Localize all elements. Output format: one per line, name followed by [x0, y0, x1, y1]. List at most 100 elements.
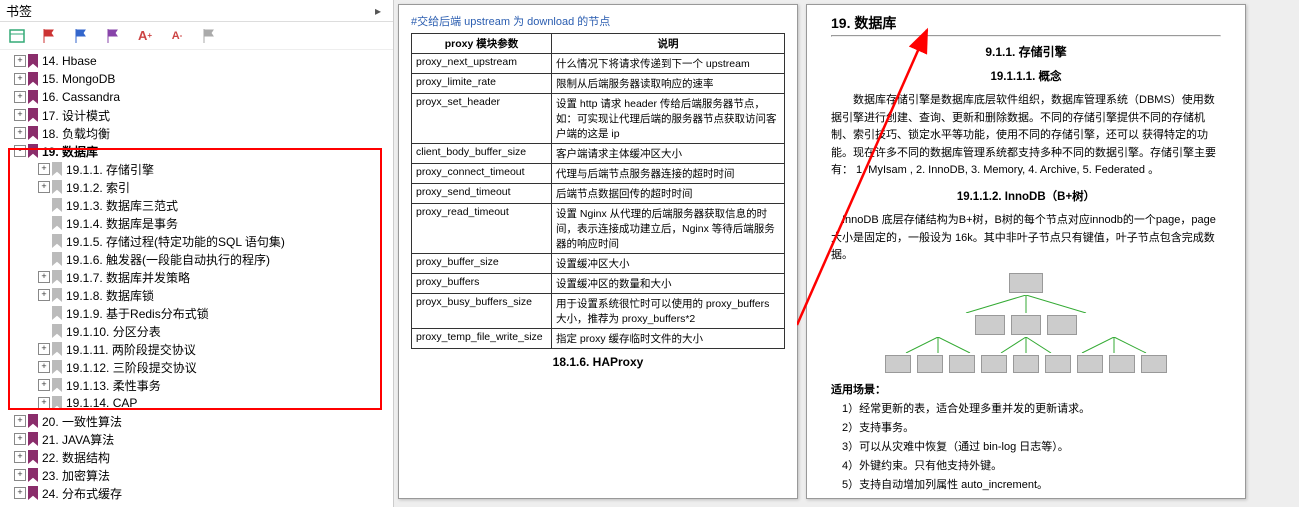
bookmark-item[interactable]: +17. 设计模式	[0, 106, 393, 124]
bookmark-icon	[52, 324, 62, 338]
expand-toggle[interactable]: +	[14, 127, 26, 139]
bookmark-icon	[52, 252, 62, 266]
bookmark-icon	[28, 126, 38, 140]
expand-toggle[interactable]: +	[38, 181, 50, 193]
bookmark-icon	[52, 360, 62, 374]
bookmark-item[interactable]: +19.1.1. 存储引擎	[0, 160, 393, 178]
param-desc: 设置缓冲区的数量和大小	[552, 274, 785, 294]
bookmark-item[interactable]: 19.1.4. 数据库是事务	[0, 214, 393, 232]
bookmark-item[interactable]: 19.1.10. 分区分表	[0, 322, 393, 340]
expand-toggle[interactable]: +	[38, 163, 50, 175]
bookmark-label: 19.1.5. 存储过程(特定功能的SQL 语句集)	[66, 233, 285, 250]
scenario-item: 1）经常更新的表，适合处理多重并发的更新请求。	[842, 400, 1221, 416]
bookmark-item[interactable]: +19.1.13. 柔性事务	[0, 376, 393, 394]
font-plus-icon[interactable]: A+	[136, 27, 154, 45]
flag-purple-icon[interactable]	[104, 27, 122, 45]
expand-toggle[interactable]: +	[14, 487, 26, 499]
flag-grey-icon[interactable]	[200, 27, 218, 45]
expand-toggle[interactable]: +	[38, 397, 50, 409]
comment-link[interactable]: #交给后端 upstream 为 download 的节点	[411, 13, 785, 29]
bookmark-icon	[52, 198, 62, 212]
expand-toggle[interactable]: +	[38, 271, 50, 283]
expand-toggle[interactable]: +	[14, 451, 26, 463]
bookmark-icon	[28, 90, 38, 104]
param-desc: 用于设置系统很忙时可以使用的 proxy_buffers 大小，推荐为 prox…	[552, 294, 785, 329]
bookmark-item[interactable]: -19. 数据库	[0, 142, 393, 160]
bookmark-label: 17. 设计模式	[42, 107, 110, 124]
bookmark-item[interactable]: 19.1.5. 存储过程(特定功能的SQL 语句集)	[0, 232, 393, 250]
expand-toggle[interactable]: +	[14, 109, 26, 121]
bookmark-icon	[52, 216, 62, 230]
subsection-innodb: 19.1.1.2. InnoDB（B+树）	[831, 188, 1221, 204]
subsection-concept: 19.1.1.1. 概念	[831, 68, 1221, 84]
expand-toggle[interactable]: +	[38, 343, 50, 355]
btree-diagram	[831, 271, 1221, 375]
bookmark-label: 19.1.12. 三阶段提交协议	[66, 359, 197, 376]
bookmark-item[interactable]: +19.1.7. 数据库并发策略	[0, 268, 393, 286]
bookmark-item[interactable]: +24. 分布式缓存	[0, 484, 393, 502]
bookmark-item[interactable]: 19.1.9. 基于Redis分布式锁	[0, 304, 393, 322]
bookmark-item[interactable]: +19.1.12. 三阶段提交协议	[0, 358, 393, 376]
bookmark-icon	[28, 450, 38, 464]
bookmark-label: 20. 一致性算法	[42, 413, 122, 430]
bookmark-item[interactable]: 19.1.3. 数据库三范式	[0, 196, 393, 214]
param-desc: 限制从后端服务器读取响应的速率	[552, 74, 785, 94]
expand-toggle[interactable]: -	[14, 145, 26, 157]
bookmark-item[interactable]: +20. 一致性算法	[0, 412, 393, 430]
bookmark-icon	[28, 432, 38, 446]
bookmark-label: 24. 分布式缓存	[42, 485, 122, 502]
param-name: client_body_buffer_size	[412, 144, 552, 164]
param-desc: 什么情况下将请求传递到下一个 upstream	[552, 54, 785, 74]
collapse-icon[interactable]: ▸	[369, 4, 387, 18]
bookmark-icon	[52, 234, 62, 248]
bookmark-item[interactable]: +19.1.2. 索引	[0, 178, 393, 196]
param-name: proyx_set_header	[412, 94, 552, 144]
expand-toggle[interactable]: +	[14, 73, 26, 85]
bookmark-item[interactable]: +23. 加密算法	[0, 466, 393, 484]
bookmark-item[interactable]: 19.1.6. 触发器(一段能自动执行的程序)	[0, 250, 393, 268]
section-storage-engine: 9.1.1. 存储引擎	[831, 43, 1221, 60]
bookmark-item[interactable]: +19.1.11. 两阶段提交协议	[0, 340, 393, 358]
table-row: proxy_send_timeout后端节点数据回传的超时时间	[412, 184, 785, 204]
bookmark-item[interactable]: +21. JAVA算法	[0, 430, 393, 448]
expand-toggle[interactable]: +	[14, 55, 26, 67]
expand-toggle	[38, 199, 50, 211]
expand-toggle[interactable]: +	[14, 91, 26, 103]
bookmark-item[interactable]: +16. Cassandra	[0, 88, 393, 106]
flag-red-icon[interactable]	[40, 27, 58, 45]
param-desc: 指定 proxy 缓存临时文件的大小	[552, 329, 785, 349]
bookmark-icon	[52, 306, 62, 320]
chapter-title: 19. 数据库	[831, 13, 1221, 33]
bookmark-item[interactable]: +18. 负载均衡	[0, 124, 393, 142]
bookmark-label: 19.1.2. 索引	[66, 179, 130, 196]
bookmarks-sidebar: 书签 ▸ A+ A- +14. Hbase+15. MongoDB+16. Ca…	[0, 0, 394, 507]
bookmark-item[interactable]: +22. 数据结构	[0, 448, 393, 466]
expand-toggle[interactable]: +	[38, 289, 50, 301]
font-minus-icon[interactable]: A-	[168, 27, 186, 45]
section-haproxy: 18.1.6. HAProxy	[411, 355, 785, 369]
scenario-item: 2）支持事务。	[842, 419, 1221, 435]
param-name: proxy_buffers	[412, 274, 552, 294]
document-viewport[interactable]: #交给后端 upstream 为 download 的节点 proxy 模块参数…	[394, 0, 1299, 507]
param-name: proxy_next_upstream	[412, 54, 552, 74]
bookmark-icon	[52, 180, 62, 194]
bookmark-label: 19.1.10. 分区分表	[66, 323, 161, 340]
expand-toggle	[38, 217, 50, 229]
bookmark-item[interactable]: +19.1.8. 数据库锁	[0, 286, 393, 304]
expand-toggle[interactable]: +	[14, 433, 26, 445]
bookmark-item[interactable]: +14. Hbase	[0, 52, 393, 70]
expand-toggle[interactable]: +	[38, 361, 50, 373]
param-desc: 设置缓冲区大小	[552, 254, 785, 274]
bookmark-item[interactable]: +19.1.14. CAP	[0, 394, 393, 412]
bookmark-label: 19.1.13. 柔性事务	[66, 377, 161, 394]
bookmark-label: 19.1.14. CAP	[66, 396, 137, 410]
panel-icon[interactable]	[8, 27, 26, 45]
expand-toggle[interactable]: +	[14, 415, 26, 427]
expand-toggle[interactable]: +	[14, 469, 26, 481]
table-row: proxy_read_timeout设置 Nginx 从代理的后端服务器获取信息…	[412, 204, 785, 254]
bookmark-item[interactable]: +15. MongoDB	[0, 70, 393, 88]
flag-blue-icon[interactable]	[72, 27, 90, 45]
expand-toggle	[38, 325, 50, 337]
expand-toggle[interactable]: +	[38, 379, 50, 391]
param-desc: 设置 Nginx 从代理的后端服务器获取信息的时间，表示连接成功建立后，Ngin…	[552, 204, 785, 254]
